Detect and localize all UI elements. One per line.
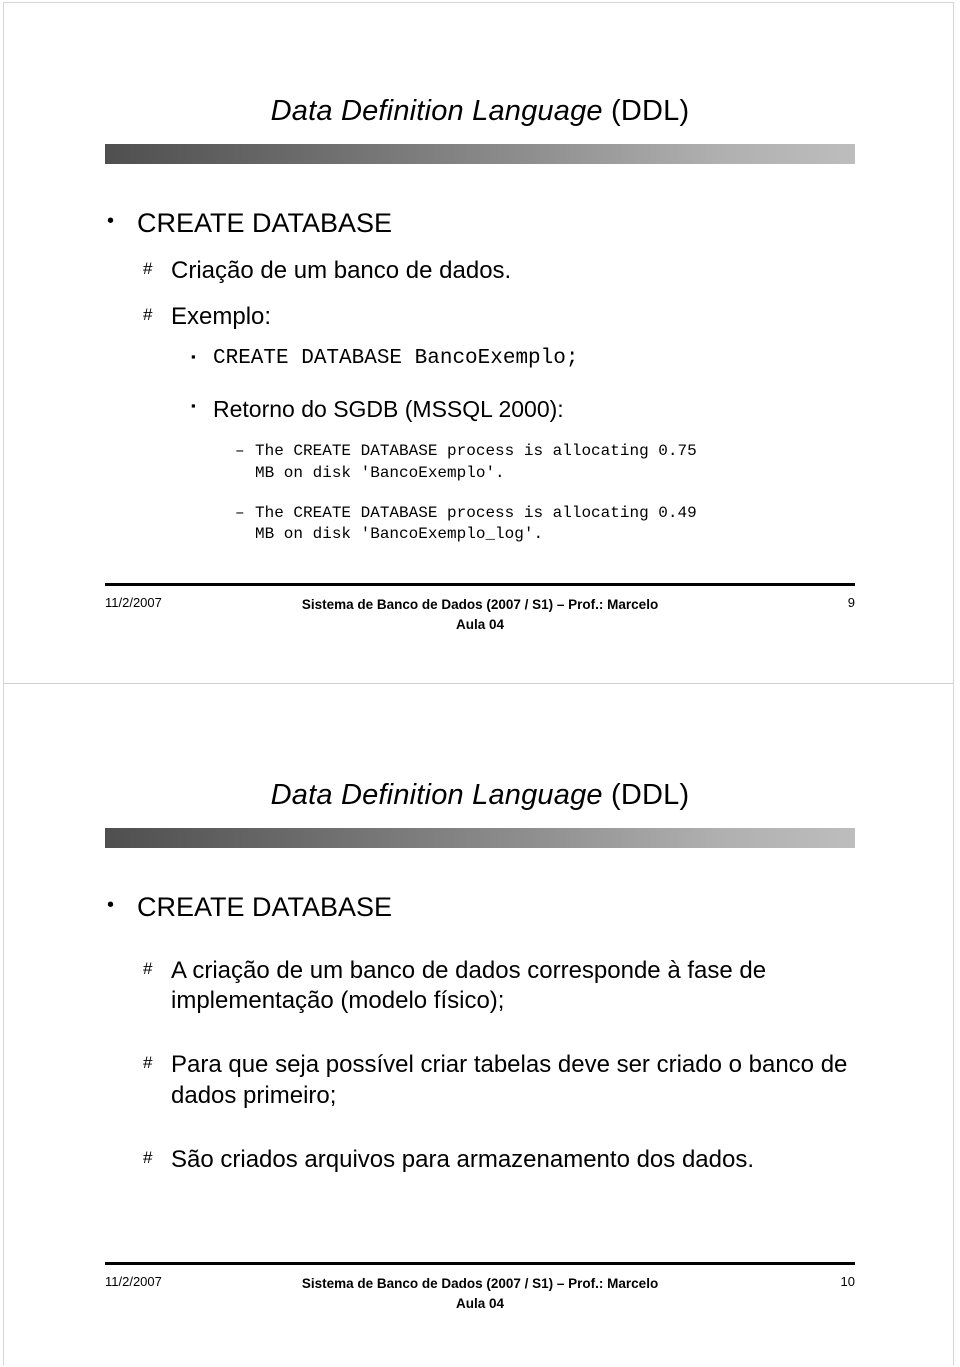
slide-1-footer: 11/2/2007 Sistema de Banco de Dados (200…: [105, 583, 855, 637]
slide-1-footer-course-line2: Aula 04: [455, 616, 505, 632]
footer-rule: [105, 1262, 855, 1265]
slide-1-bullet-l3b-text: Retorno do SGDB (MSSQL 2000):: [213, 395, 564, 422]
slide-2-footer: 11/2/2007 Sistema de Banco de Dados (200…: [105, 1262, 855, 1316]
slide-1-bullet-l1-text: CREATE DATABASE: [137, 208, 393, 238]
slide-2-bullet-l1-text: CREATE DATABASE: [137, 892, 393, 922]
slide-2-footer-course: Sistema de Banco de Dados (2007 / S1) – …: [105, 1274, 855, 1313]
slide-1-output-l4b-text: The CREATE DATABASE process is allocatin…: [255, 503, 697, 544]
bullet-hash-icon: #: [143, 305, 153, 325]
slide-1-title-gradient-bar: [105, 143, 855, 164]
slide-1-bullet-create-database: • CREATE DATABASE: [105, 207, 855, 240]
slide-1-page-number: 9: [847, 595, 855, 610]
footer-rule: [105, 583, 855, 586]
slide-2-bullet-arquivos: # São criados arquivos para armazenament…: [105, 1145, 855, 1175]
slide-2-bullet-l2c-text: São criados arquivos para armazenamento …: [171, 1145, 755, 1173]
slide-2-bullet-create-database: • CREATE DATABASE: [105, 891, 855, 924]
bullet-hash-icon: #: [143, 1053, 153, 1073]
slide-1: Data Definition Language (DDL) • CREATE …: [0, 0, 960, 684]
bullet-dash-icon: –: [235, 503, 245, 522]
slide-1-title-italic: Data Definition Language: [270, 95, 603, 127]
slide-2-title-gradient-bar: [105, 827, 855, 848]
slide-2-title: Data Definition Language (DDL): [105, 779, 855, 812]
slide-2-footer-course-line2: Aula 04: [455, 1295, 505, 1311]
bullet-round-icon: •: [107, 894, 115, 916]
bullet-dash-icon: –: [235, 442, 245, 461]
bullet-hash-icon: #: [143, 258, 153, 278]
slide-2-bullet-l2b-text: Para que seja possível criar tabelas dev…: [171, 1051, 848, 1109]
slide-1-output-line-1: – The CREATE DATABASE process is allocat…: [105, 441, 855, 484]
bullet-square-icon: ▪: [191, 397, 196, 413]
slide-1-title-upright: (DDL): [602, 95, 690, 127]
slide-2-title-upright: (DDL): [602, 779, 690, 811]
slide-2-bullet-l2a-text: A criação de um banco de dados correspon…: [171, 956, 767, 1015]
slide-1-footer-course: Sistema de Banco de Dados (2007 / S1) – …: [105, 595, 855, 634]
slide-2-bullet-criacao-fase: # A criação de um banco de dados corresp…: [105, 956, 855, 1016]
slide-2-page-number: 10: [840, 1274, 855, 1289]
slide-1-footer-course-line1: Sistema de Banco de Dados (2007 / S1) – …: [301, 597, 659, 612]
slide-1-output-line-2: – The CREATE DATABASE process is allocat…: [105, 503, 855, 546]
slide-2-title-italic: Data Definition Language: [270, 779, 603, 811]
slide-1-title: Data Definition Language (DDL): [105, 95, 855, 128]
bullet-square-icon: ▪: [191, 349, 196, 365]
slide-1-bullet-l2a-text: Criação de um banco de dados.: [171, 256, 512, 284]
bullet-hash-icon: #: [143, 958, 153, 978]
slide-2-bullet-criar-tabelas: # Para que seja possível criar tabelas d…: [105, 1050, 855, 1110]
slide-1-bullet-criacao: # Criação de um banco de dados.: [105, 256, 855, 286]
bullet-round-icon: •: [107, 210, 115, 232]
slide-1-bullet-exemplo: # Exemplo:: [105, 302, 855, 332]
slide-1-bullet-create-statement: ▪ CREATE DATABASE BancoExemplo;: [105, 346, 855, 372]
slide-1-bullet-l2b-text: Exemplo:: [171, 303, 272, 331]
slide-1-bullet-l3a-text: CREATE DATABASE BancoExemplo;: [213, 347, 579, 371]
slide-1-output-l4a-text: The CREATE DATABASE process is allocatin…: [255, 442, 697, 482]
slide-2-footer-course-line1: Sistema de Banco de Dados (2007 / S1) – …: [301, 1276, 659, 1291]
bullet-hash-icon: #: [143, 1147, 153, 1167]
slide-1-bullet-retorno-sgdb: ▪ Retorno do SGDB (MSSQL 2000):: [105, 395, 855, 424]
slide-2: Data Definition Language (DDL) • CREATE …: [0, 684, 960, 1367]
